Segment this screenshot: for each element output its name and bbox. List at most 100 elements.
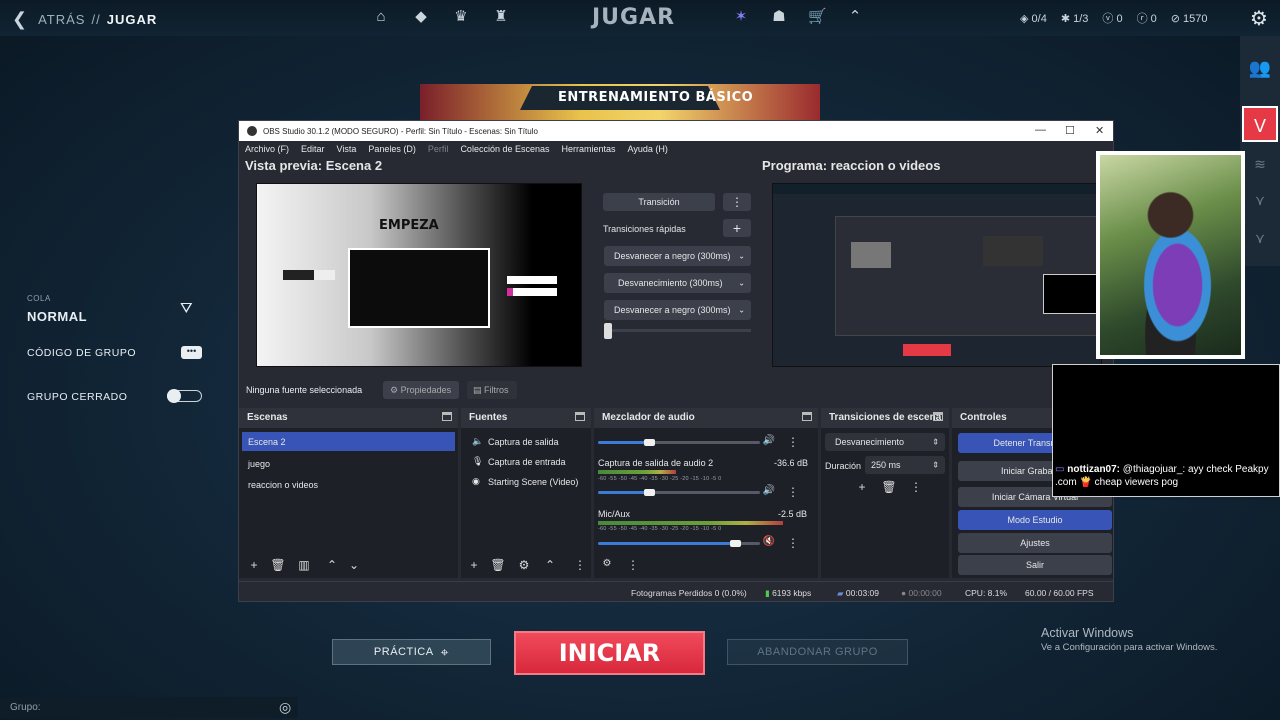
dock-icon: [442, 412, 452, 421]
friends-icon[interactable]: 👥: [1240, 50, 1280, 86]
minimize-icon[interactable]: —: [1035, 124, 1046, 136]
remove-scene-icon[interactable]: 🗑: [269, 558, 287, 572]
menu-ayuda[interactable]: Ayuda (H): [628, 144, 668, 154]
valorant-logo-icon[interactable]: V: [1242, 106, 1278, 142]
closed-group-toggle[interactable]: [167, 389, 202, 403]
speaker-icon[interactable]: 🔊: [760, 485, 778, 496]
scene-item[interactable]: reaccion o videos: [242, 475, 455, 494]
home-icon[interactable]: ⌂: [372, 8, 390, 26]
quick-transition-2[interactable]: Desvanecimiento (300ms) ⌄: [604, 273, 751, 293]
queue-mode-icon[interactable]: ⛛: [180, 300, 193, 317]
career-icon[interactable]: ◆: [412, 8, 430, 26]
page-title[interactable]: JUGAR: [592, 5, 675, 30]
remove-transition-icon[interactable]: 🗑: [880, 480, 898, 494]
more-icon[interactable]: ⋮: [784, 435, 802, 449]
store-icon[interactable]: 🛒: [808, 8, 827, 26]
transition-slider-handle[interactable]: [604, 323, 612, 339]
queue-mode[interactable]: NORMAL: [27, 309, 87, 324]
agent-token-stat[interactable]: ◈ 0/4: [1020, 12, 1047, 25]
add-source-icon[interactable]: +: [465, 558, 483, 572]
menu-coleccion[interactable]: Colección de Escenas: [460, 144, 549, 154]
quick-transition-3[interactable]: Desvanecer a negro (300ms) ⌄: [604, 300, 751, 320]
transition-type-select[interactable]: Desvanecimiento ⇕: [825, 433, 945, 451]
party-member-icon[interactable]: ⋎: [1240, 182, 1280, 218]
queue-label: COLA: [27, 294, 51, 303]
mixer-channel-name: Captura de salida de audio 2: [598, 458, 714, 468]
battlepass-icon[interactable]: ✶: [732, 8, 750, 26]
source-item[interactable]: 🔈 Captura de salida: [464, 432, 588, 451]
chat-send-icon[interactable]: ◎: [279, 699, 291, 716]
menu-paneles[interactable]: Paneles (D): [368, 144, 416, 154]
source-item[interactable]: 🎙 Captura de entrada: [464, 452, 588, 471]
transition-more-icon[interactable]: ⋮: [723, 193, 751, 211]
properties-button[interactable]: ⚙ Propiedades: [383, 381, 459, 399]
advanced-audio-icon[interactable]: ⚙: [598, 558, 616, 569]
studio-mode-button[interactable]: Modo Estudio: [958, 510, 1112, 530]
add-scene-icon[interactable]: +: [245, 558, 263, 572]
duration-input[interactable]: 250 ms ⇕: [865, 456, 945, 474]
settings-button[interactable]: Ajustes: [958, 533, 1112, 553]
close-icon[interactable]: ✕: [1095, 124, 1104, 137]
kingdom-credits-stat[interactable]: ⊘ 1570: [1171, 12, 1208, 25]
volume-knob[interactable]: [730, 540, 741, 547]
mixer-header: Mezclador de audio: [594, 408, 818, 428]
speaker-icon[interactable]: 🔊: [760, 435, 778, 446]
spinner-icon: ⇕: [932, 437, 939, 447]
exit-button[interactable]: Salir: [958, 555, 1112, 575]
breadcrumb-separator: //: [91, 12, 101, 27]
settings-gear-icon[interactable]: ⚙: [1250, 6, 1268, 31]
menu-perfil[interactable]: Perfil: [428, 144, 449, 154]
group-chat-input[interactable]: Grupo:: [0, 697, 298, 718]
more-icon[interactable]: ⋮: [784, 536, 802, 550]
volume-knob[interactable]: [644, 439, 655, 446]
mixer-channel-name: Mic/Aux: [598, 509, 631, 519]
social-sidebar: 👥 V ≋ ⋎ ⋎: [1240, 36, 1280, 266]
group-code-icon[interactable]: •••: [181, 346, 202, 359]
menu-vista[interactable]: Vista: [337, 144, 357, 154]
breadcrumb-current: JUGAR: [106, 12, 158, 27]
more-icon[interactable]: ⋮: [784, 485, 802, 499]
scene-item[interactable]: Escena 2: [242, 432, 455, 451]
preview-canvas[interactable]: EMPEZA: [256, 183, 582, 367]
quick-transition-1[interactable]: Desvanecer a negro (300ms) ⌄: [604, 246, 751, 266]
collection-icon[interactable]: ♜: [492, 8, 510, 26]
agents-icon[interactable]: ♛: [452, 8, 470, 26]
menu-archivo[interactable]: Archivo (F): [245, 144, 289, 154]
add-transition-icon[interactable]: +: [853, 480, 871, 494]
radianite-points-stat[interactable]: ⓡ 0: [1137, 10, 1157, 26]
move-up-icon[interactable]: ⌃: [541, 558, 559, 572]
chat-message: ▭ nottizan07: @thiagojuar_: ayy check Pe…: [1055, 464, 1277, 489]
scene-item[interactable]: juego: [242, 454, 455, 473]
armory-icon[interactable]: ☗: [770, 8, 788, 26]
scene-filters-icon[interactable]: ▥: [295, 558, 313, 572]
more-icon[interactable]: ⋮: [571, 558, 589, 572]
party-member-icon[interactable]: ≋: [1240, 146, 1280, 182]
radianite-stat[interactable]: ✱ 1/3: [1061, 12, 1089, 25]
maximize-icon[interactable]: ☐: [1065, 124, 1075, 137]
streamer-avatar-image: [1100, 155, 1241, 355]
more-icon[interactable]: ⋮: [907, 480, 925, 494]
filters-button[interactable]: ▤ Filtros: [467, 381, 517, 399]
start-button[interactable]: INICIAR: [514, 631, 705, 675]
source-item[interactable]: ◉ Starting Scene (Video): [464, 472, 588, 491]
back-button[interactable]: ❮ ATRÁS // JUGAR: [12, 9, 157, 30]
transition-slider[interactable]: [604, 329, 751, 332]
remove-source-icon[interactable]: 🗑: [489, 558, 507, 572]
move-up-icon[interactable]: ⌃: [323, 558, 341, 572]
leave-group-button[interactable]: ABANDONAR GRUPO: [727, 639, 908, 665]
move-down-icon[interactable]: ⌄: [345, 558, 363, 572]
source-settings-icon[interactable]: ⚙: [515, 558, 533, 572]
menu-herramientas[interactable]: Herramientas: [562, 144, 616, 154]
muted-speaker-icon[interactable]: 🔇: [760, 536, 778, 547]
practice-button[interactable]: PRÁCTICA ⌖: [332, 639, 491, 665]
audio-meter: [598, 521, 783, 525]
rank-icon[interactable]: ⌃: [846, 8, 864, 26]
menu-editar[interactable]: Editar: [301, 144, 325, 154]
transition-button[interactable]: Transición: [603, 193, 715, 211]
add-quick-transition-button[interactable]: +: [723, 219, 751, 237]
valorant-points-stat[interactable]: ⓥ 0: [1102, 10, 1122, 26]
volume-knob[interactable]: [644, 489, 655, 496]
program-canvas[interactable]: [772, 183, 1102, 367]
more-icon[interactable]: ⋮: [624, 558, 642, 572]
party-member-icon[interactable]: ⋎: [1240, 220, 1280, 256]
